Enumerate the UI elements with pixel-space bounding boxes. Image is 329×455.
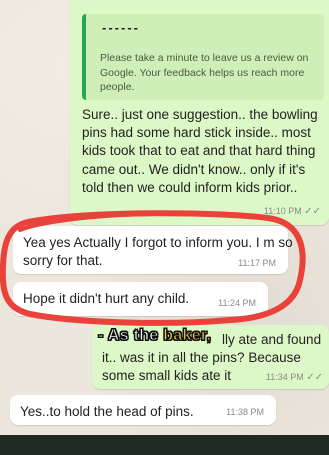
caption-prefix: - As the (97, 327, 164, 345)
message-timestamp: 11:17 PM (238, 258, 276, 268)
timestamp-text: 11:10 PM (263, 206, 302, 216)
message-text: Hope it didn't hurt any child. (23, 291, 190, 306)
quoted-message-title: ------ (102, 20, 140, 35)
message-timestamp: 11:34 PM ✓✓ (266, 372, 323, 383)
quoted-message-text: Please take a minute to leave us a revie… (100, 52, 309, 94)
double-check-icon: ✓✓ (306, 372, 323, 383)
video-caption-overlay: - As the baker, (97, 327, 212, 345)
message-text: Yes..to hold the head of pins. (20, 404, 194, 419)
incoming-message-bubble[interactable]: Hope it didn't hurt any child. 11:24 PM (13, 282, 268, 316)
message-timestamp: 11:24 PM (218, 298, 256, 308)
bottom-bar (0, 435, 329, 455)
incoming-message-bubble[interactable]: Yes..to hold the head of pins. 11:38 PM (10, 395, 276, 425)
caption-highlight: baker, (163, 327, 212, 345)
timestamp-text: 11:34 PM (265, 372, 304, 382)
double-check-icon: ✓✓ (304, 206, 321, 217)
message-timestamp: 11:10 PM ✓✓ (264, 206, 321, 217)
message-text: Sure.. just one suggestion.. the bowling… (82, 107, 318, 195)
message-timestamp: 11:38 PM (226, 407, 264, 417)
quoted-message[interactable]: ------ Please take a minute to leave us … (82, 14, 324, 100)
incoming-message-bubble[interactable]: Yea yes Actually I forgot to inform you.… (13, 226, 293, 274)
outgoing-message-bubble[interactable]: ------ Please take a minute to leave us … (70, 0, 329, 225)
